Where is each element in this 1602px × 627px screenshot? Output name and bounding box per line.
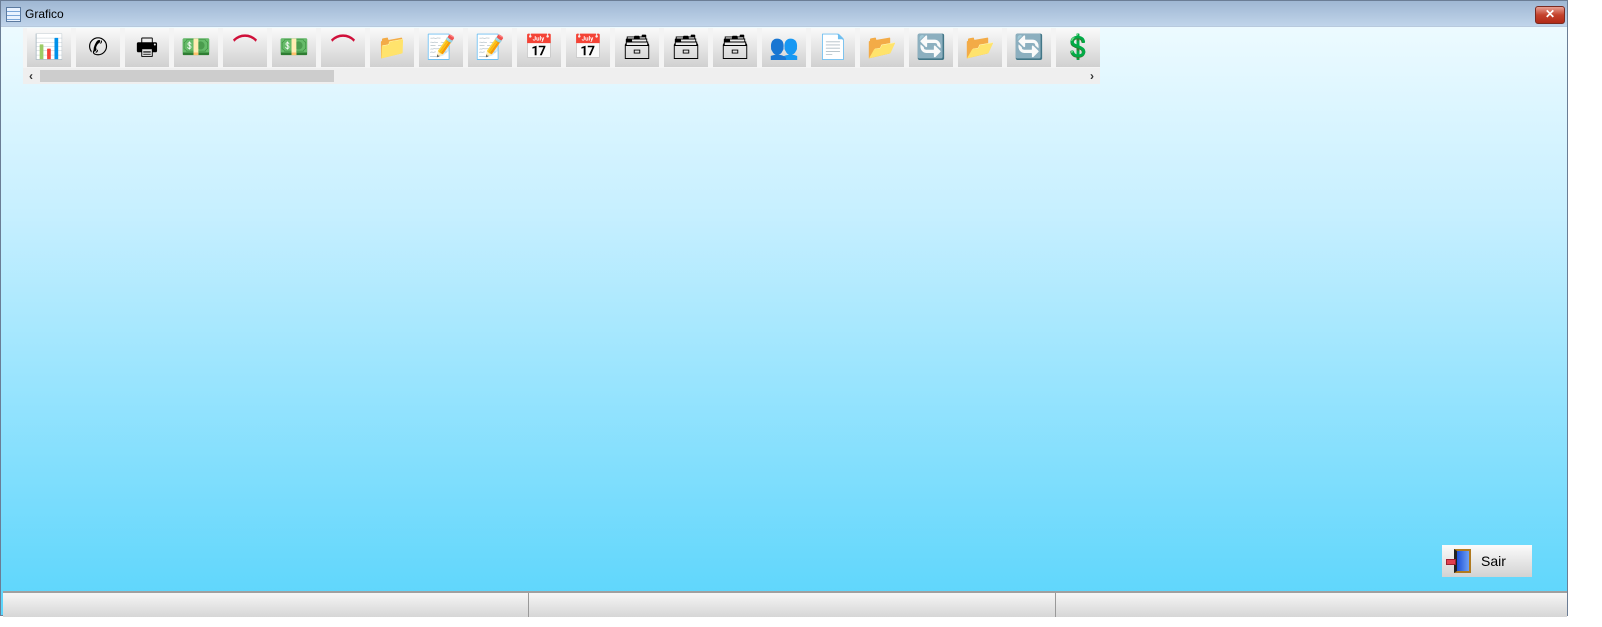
toolbar-button-17[interactable]: 📄 bbox=[811, 28, 855, 67]
toolbar-button-1[interactable]: 📊 bbox=[27, 28, 71, 67]
toolbar-button-6[interactable]: 💵 bbox=[272, 28, 316, 67]
toolbar-button-3[interactable]: 🖶 bbox=[125, 28, 169, 67]
toolbar-button-16[interactable]: 👥 bbox=[762, 28, 806, 67]
exit-door-icon bbox=[1446, 549, 1471, 573]
toolbar-button-22[interactable]: 💲 bbox=[1056, 28, 1100, 67]
status-panel-3 bbox=[1056, 593, 1567, 617]
file-box-icon: 🗃 bbox=[670, 33, 702, 61]
app-icon bbox=[6, 7, 21, 22]
refresh-icon: 🔄 bbox=[916, 33, 946, 61]
toolbar-button-10[interactable]: 📝 bbox=[468, 28, 512, 67]
money-icon: 💵 bbox=[181, 33, 211, 61]
toolbar-button-8[interactable]: 📁 bbox=[370, 28, 414, 67]
title-bar: Grafico ✕ bbox=[1, 1, 1567, 27]
scroll-right-arrow[interactable]: › bbox=[1084, 68, 1100, 84]
window: Grafico ✕ 📊 ✆ 🖶 💵 ⌒ 💵 ⌒ 📁 📝 📝 📅 📅 🗃 🗃 🗃 👥 📄 📂 🔄 📂 🔄 💲 ‹ › Sai… bbox=[0, 0, 1568, 617]
toolbar-button-14[interactable]: 🗃 bbox=[664, 28, 708, 67]
bar-chart-icon: 📊 bbox=[34, 33, 64, 61]
scroll-thumb[interactable] bbox=[40, 70, 334, 82]
money-icon: 💵 bbox=[279, 33, 309, 61]
notepad-edit-icon: 📝 bbox=[426, 33, 456, 61]
bank-logo-icon: ⌒ bbox=[331, 33, 355, 61]
close-button[interactable]: ✕ bbox=[1535, 6, 1565, 24]
calendar-check-icon: 📅 bbox=[524, 33, 554, 61]
toolbar-button-9[interactable]: 📝 bbox=[419, 28, 463, 67]
toolbar-scrollbar[interactable]: ‹ › bbox=[23, 68, 1100, 84]
toolbar-button-12[interactable]: 📅 bbox=[566, 28, 610, 67]
refresh-icon: 🔄 bbox=[1014, 33, 1044, 61]
toolbar-button-15[interactable]: 🗃 bbox=[713, 28, 757, 67]
status-panel-1 bbox=[3, 593, 529, 617]
toolbar-button-7[interactable]: ⌒ bbox=[321, 28, 365, 67]
phone-icon: ✆ bbox=[87, 33, 109, 61]
toolbar-button-19[interactable]: 🔄 bbox=[909, 28, 953, 67]
people-icon: 👥 bbox=[769, 33, 799, 61]
toolbar-button-5[interactable]: ⌒ bbox=[223, 28, 267, 67]
toolbar-button-11[interactable]: 📅 bbox=[517, 28, 561, 67]
toolbar-button-21[interactable]: 🔄 bbox=[1007, 28, 1051, 67]
bank-logo-icon: ⌒ bbox=[233, 33, 257, 61]
exit-button[interactable]: Sair bbox=[1442, 545, 1532, 577]
status-bar bbox=[3, 591, 1567, 617]
exit-label: Sair bbox=[1481, 553, 1506, 569]
scroll-left-arrow[interactable]: ‹ bbox=[23, 68, 39, 84]
folder-open-add-icon: 📂 bbox=[965, 33, 995, 61]
notepad-edit-icon: 📝 bbox=[475, 33, 505, 61]
folder-add-icon: 📁 bbox=[377, 33, 407, 61]
toolbar-button-2[interactable]: ✆ bbox=[76, 28, 120, 67]
toolbar-button-13[interactable]: 🗃 bbox=[615, 28, 659, 67]
toolbar-button-4[interactable]: 💵 bbox=[174, 28, 218, 67]
toolbar-button-20[interactable]: 📂 bbox=[958, 28, 1002, 67]
status-panel-2 bbox=[529, 593, 1056, 617]
printer-icon: 🖶 bbox=[135, 33, 159, 61]
calendar-check-icon: 📅 bbox=[573, 33, 603, 61]
document-icon: 📄 bbox=[818, 33, 848, 61]
toolbar: 📊 ✆ 🖶 💵 ⌒ 💵 ⌒ 📁 📝 📝 📅 📅 🗃 🗃 🗃 👥 📄 📂 🔄 📂 🔄 💲 bbox=[23, 28, 1100, 68]
window-title: Grafico bbox=[25, 7, 64, 21]
toolbar-button-18[interactable]: 📂 bbox=[860, 28, 904, 67]
file-box-icon: 🗃 bbox=[621, 33, 653, 61]
dollar-icon: 💲 bbox=[1063, 33, 1093, 61]
folder-open-add-icon: 📂 bbox=[867, 33, 897, 61]
file-box-icon: 🗃 bbox=[719, 33, 751, 61]
